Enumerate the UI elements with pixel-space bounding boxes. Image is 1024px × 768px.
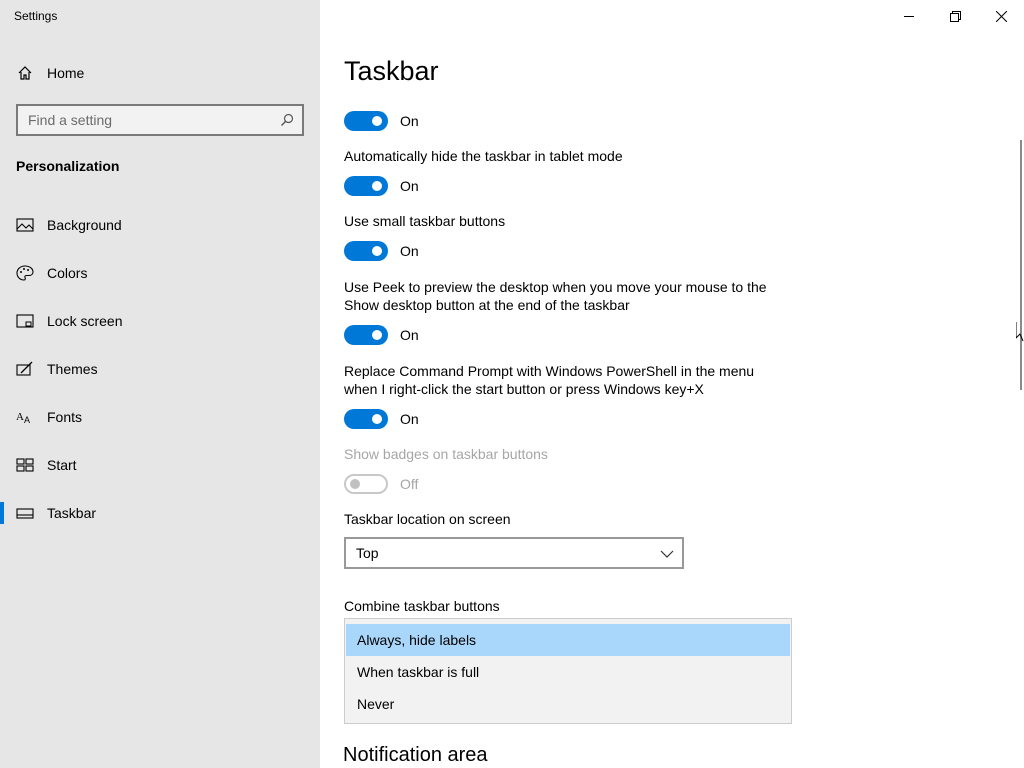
dropdown-value: Top (356, 545, 379, 561)
app-title: Settings (14, 9, 58, 23)
search-icon[interactable] (280, 113, 294, 127)
setting-label: Replace Command Prompt with Windows Powe… (344, 363, 755, 397)
option-never[interactable]: Never (346, 688, 790, 720)
page-title: Taskbar (344, 56, 439, 86)
option-when-taskbar-full[interactable]: When taskbar is full (346, 656, 790, 688)
search-box[interactable] (16, 104, 304, 136)
toggle-switch (344, 474, 388, 494)
svg-text:A: A (16, 411, 24, 423)
svg-text:A: A (24, 415, 30, 425)
toggle-state: On (400, 113, 419, 129)
option-always-hide-labels[interactable]: Always, hide labels (346, 624, 790, 656)
sidebar-item-label: Colors (47, 265, 88, 281)
scrollbar[interactable] (1020, 140, 1022, 390)
setting-toggle-row: Off (344, 474, 544, 494)
sidebar-item-lock-screen[interactable]: Lock screen (0, 301, 320, 341)
setting-label: Show badges on taskbar buttons (344, 446, 548, 462)
start-icon (16, 458, 34, 472)
sidebar-item-background[interactable]: Background (0, 205, 320, 245)
sidebar-item-label: Themes (47, 361, 98, 377)
chevron-down-icon (660, 550, 674, 558)
section-title: Personalization (16, 158, 120, 174)
sidebar-item-fonts[interactable]: A A Fonts (0, 397, 320, 437)
mouse-cursor-icon (1016, 322, 1024, 342)
search-input[interactable] (28, 112, 268, 128)
toggle-switch[interactable] (344, 409, 388, 429)
lock-screen-icon (16, 314, 34, 328)
home-icon (18, 66, 32, 80)
setting-toggle-row: On (344, 241, 544, 261)
main-panel: Taskbar On Automatically hide the taskba… (320, 0, 1024, 768)
minimize-button[interactable] (886, 0, 932, 32)
sidebar-item-colors[interactable]: Colors (0, 253, 320, 293)
notification-area-heading: Notification area (343, 744, 488, 766)
sidebar-item-label: Taskbar (47, 505, 97, 521)
home-nav-item[interactable]: Home (0, 57, 320, 89)
restore-button[interactable] (932, 0, 978, 32)
option-label: When taskbar is full (357, 664, 480, 680)
toggle-switch[interactable] (344, 325, 388, 345)
close-icon (995, 10, 1007, 22)
taskbar-icon (16, 508, 34, 519)
sidebar-item-label: Fonts (47, 409, 83, 425)
toggle-switch[interactable] (344, 241, 388, 261)
sidebar-item-label: Background (47, 217, 122, 233)
option-label: Never (357, 696, 395, 712)
image-icon (16, 218, 34, 232)
sidebar-item-start[interactable]: Start (0, 445, 320, 485)
location-label: Taskbar location on screen (344, 511, 511, 527)
combine-options-list: Always, hide labels When taskbar is full… (344, 618, 792, 724)
active-indicator (0, 502, 4, 524)
toggle-state: On (400, 243, 419, 259)
restore-icon (949, 10, 961, 22)
toggle-state: Off (400, 476, 419, 492)
minimize-icon (904, 16, 914, 17)
setting-toggle-row: On (344, 325, 544, 345)
option-label: Always, hide labels (357, 632, 477, 648)
home-label: Home (47, 65, 85, 81)
fonts-icon: A A (16, 411, 30, 425)
combine-label: Combine taskbar buttons (344, 598, 500, 614)
toggle-state: On (400, 178, 419, 194)
toggle-switch[interactable] (344, 176, 388, 196)
sidebar-item-label: Lock screen (47, 313, 123, 329)
location-dropdown[interactable]: Top (344, 537, 684, 569)
setting-toggle-row: On (344, 111, 544, 131)
toggle-switch[interactable] (344, 111, 388, 131)
setting-toggle-row: On (344, 176, 544, 196)
themes-icon (16, 361, 33, 376)
setting-label: Automatically hide the taskbar in tablet… (344, 148, 623, 164)
sidebar-item-themes[interactable]: Themes (0, 349, 320, 389)
sidebar: Settings Home Personalization Background… (0, 0, 320, 768)
toggle-state: On (400, 411, 419, 427)
setting-label: Use small taskbar buttons (344, 213, 506, 229)
sidebar-item-label: Start (47, 457, 77, 473)
sidebar-item-taskbar[interactable]: Taskbar (0, 493, 320, 533)
palette-icon (16, 265, 34, 281)
toggle-state: On (400, 327, 419, 343)
setting-label: Use Peek to preview the desktop when you… (344, 279, 767, 313)
setting-toggle-row: On (344, 409, 544, 429)
close-button[interactable] (978, 0, 1024, 32)
